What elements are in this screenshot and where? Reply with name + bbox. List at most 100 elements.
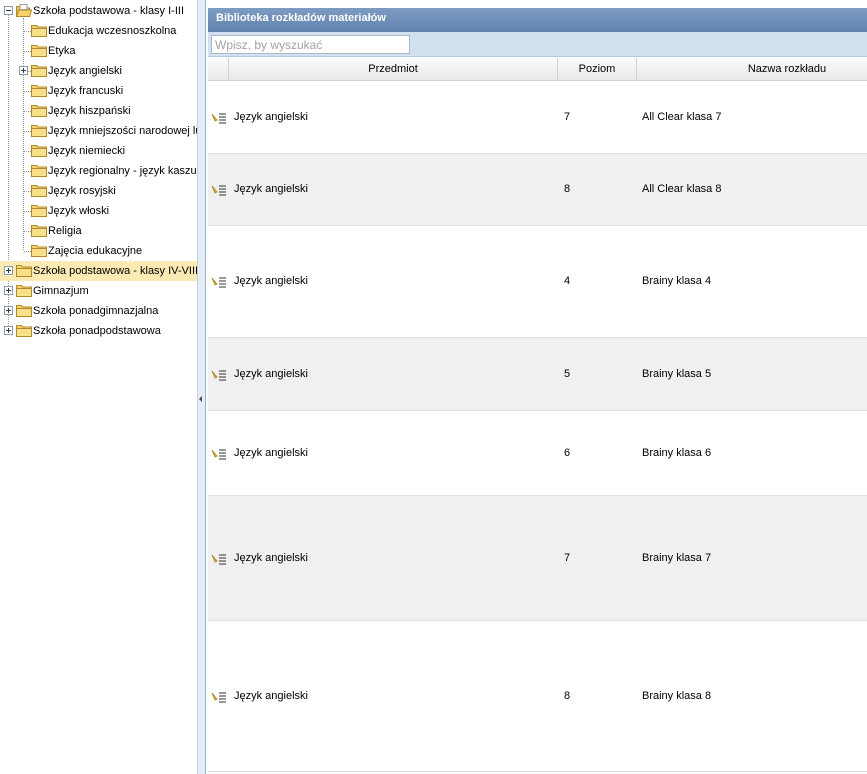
cell-level: 7 <box>564 111 571 123</box>
tree-node[interactable]: Szkoła podstawowa - klasy I-III <box>0 1 197 21</box>
library-panel: Biblioteka rozkładów materiałów Przedmio… <box>208 0 867 774</box>
tree-connector-line <box>24 91 31 92</box>
tree-node-label: Język mniejszości narodowej lu <box>48 125 197 137</box>
tree-node[interactable]: Szkoła ponadgimnazjalna <box>0 301 197 321</box>
tree-connector-line <box>24 151 31 152</box>
tree-node-label: Język rosyjski <box>48 185 116 197</box>
column-header-level[interactable]: Poziom <box>558 58 637 80</box>
column-header-subject[interactable]: Przedmiot <box>229 58 558 80</box>
cell-subject: Język angielski <box>234 690 308 702</box>
folder-icon <box>16 325 32 337</box>
tree-node-label: Religia <box>48 225 82 237</box>
tree-node[interactable]: Język angielski <box>0 61 197 81</box>
tree-connector-line <box>24 131 31 132</box>
schedule-doc-icon <box>211 554 226 565</box>
tree-node[interactable]: Etyka <box>0 41 197 61</box>
expand-icon[interactable] <box>4 326 13 335</box>
tree-node[interactable]: Język regionalny - język kaszub <box>0 161 197 181</box>
tree-node-label: Szkoła ponadgimnazjalna <box>33 305 159 317</box>
cell-level: 8 <box>564 183 571 195</box>
tree-node-label: Język niemiecki <box>48 145 126 157</box>
tree-connector-line <box>24 171 31 172</box>
tree-node-label: Szkoła ponadpodstawowa <box>33 325 161 337</box>
grid-header: Przedmiot Poziom Nazwa rozkładu <box>208 58 867 81</box>
expand-icon[interactable] <box>4 266 13 275</box>
tree-node[interactable]: Język włoski <box>0 201 197 221</box>
table-row[interactable]: Język angielski 8 Brainy klasa 8 <box>208 621 867 772</box>
tree-node[interactable]: Religia <box>0 221 197 241</box>
cell-schedule-name: Brainy klasa 4 <box>642 275 712 287</box>
folder-icon <box>31 25 47 37</box>
folder-icon <box>31 85 47 97</box>
tree-connector-line <box>24 31 31 32</box>
icon-column-header[interactable] <box>208 58 229 80</box>
cell-level: 4 <box>564 275 571 287</box>
tree-node[interactable]: Język francuski <box>0 81 197 101</box>
folder-icon <box>16 285 32 297</box>
table-row[interactable]: Język angielski 8 All Clear klasa 8 <box>208 154 867 226</box>
cell-schedule-name: Brainy klasa 6 <box>642 447 712 459</box>
tree-node[interactable]: Język hiszpański <box>0 101 197 121</box>
tree-node[interactable]: Szkoła podstawowa - klasy IV-VIII <box>0 261 197 281</box>
tree-node-label: Język francuski <box>48 85 124 97</box>
expand-icon[interactable] <box>4 306 13 315</box>
tree-node[interactable]: Język rosyjski <box>0 181 197 201</box>
tree-node[interactable]: Edukacja wczesnoszkolna <box>0 21 197 41</box>
cell-subject: Język angielski <box>234 183 308 195</box>
folder-icon <box>31 225 47 237</box>
cell-level: 8 <box>564 690 571 702</box>
search-toolbar <box>208 32 867 57</box>
cell-level: 5 <box>564 368 571 380</box>
schedule-doc-icon <box>211 449 226 460</box>
column-header-name[interactable]: Nazwa rozkładu <box>637 58 867 80</box>
folder-icon <box>31 165 47 177</box>
tree-node-label: Język hiszpański <box>48 105 131 117</box>
tree-node-label: Język włoski <box>48 205 110 217</box>
folder-icon <box>31 105 47 117</box>
folder-icon <box>31 245 47 257</box>
collapse-arrow-icon[interactable] <box>199 396 202 402</box>
table-row[interactable]: Język angielski 7 Brainy klasa 7 <box>208 496 867 621</box>
folder-icon <box>31 65 47 77</box>
tree-connector-line <box>24 51 31 52</box>
folder-icon <box>16 265 32 277</box>
tree-node-label: Język angielski <box>48 65 122 77</box>
expand-icon[interactable] <box>4 286 13 295</box>
cell-schedule-name: Brainy klasa 5 <box>642 368 712 380</box>
panel-title: Biblioteka rozkładów materiałów <box>208 8 867 32</box>
cell-subject: Język angielski <box>234 275 308 287</box>
cell-subject: Język angielski <box>234 111 308 123</box>
schedule-doc-icon <box>211 113 226 124</box>
tree-node-label: Język regionalny - język kaszub <box>48 165 197 177</box>
folder-icon <box>16 305 32 317</box>
table-row[interactable]: Język angielski 6 Brainy klasa 6 <box>208 411 867 496</box>
schedule-doc-icon <box>211 277 226 288</box>
open-folder-icon <box>16 4 32 17</box>
search-input[interactable] <box>211 35 410 54</box>
expand-icon[interactable] <box>19 66 28 75</box>
table-row[interactable]: Język angielski 7 All Clear klasa 7 <box>208 82 867 154</box>
cell-schedule-name: All Clear klasa 7 <box>642 111 722 123</box>
tree-connector-line <box>24 111 31 112</box>
tree-node[interactable]: Gimnazjum <box>0 281 197 301</box>
tree-node[interactable]: Szkoła ponadpodstawowa <box>0 321 197 341</box>
tree-connector-line <box>24 251 31 252</box>
collapse-icon[interactable] <box>4 6 13 15</box>
cell-subject: Język angielski <box>234 447 308 459</box>
tree-node-label: Gimnazjum <box>33 285 89 297</box>
tree-node-label: Szkoła podstawowa - klasy I-III <box>33 5 185 17</box>
schedule-doc-icon <box>211 692 226 703</box>
tree-node[interactable]: Język mniejszości narodowej lu <box>0 121 197 141</box>
tree-node-label: Zajęcia edukacyjne <box>48 245 143 257</box>
tree-node[interactable]: Zajęcia edukacyjne <box>0 241 197 261</box>
cell-schedule-name: Brainy klasa 8 <box>642 690 712 702</box>
tree-node[interactable]: Język niemiecki <box>0 141 197 161</box>
panel-splitter[interactable] <box>197 0 206 774</box>
folder-icon <box>31 185 47 197</box>
cell-subject: Język angielski <box>234 368 308 380</box>
folder-icon <box>31 45 47 57</box>
table-row[interactable]: Język angielski 4 Brainy klasa 4 <box>208 226 867 338</box>
tree-connector-line <box>24 231 31 232</box>
cell-subject: Język angielski <box>234 552 308 564</box>
table-row[interactable]: Język angielski 5 Brainy klasa 5 <box>208 338 867 411</box>
